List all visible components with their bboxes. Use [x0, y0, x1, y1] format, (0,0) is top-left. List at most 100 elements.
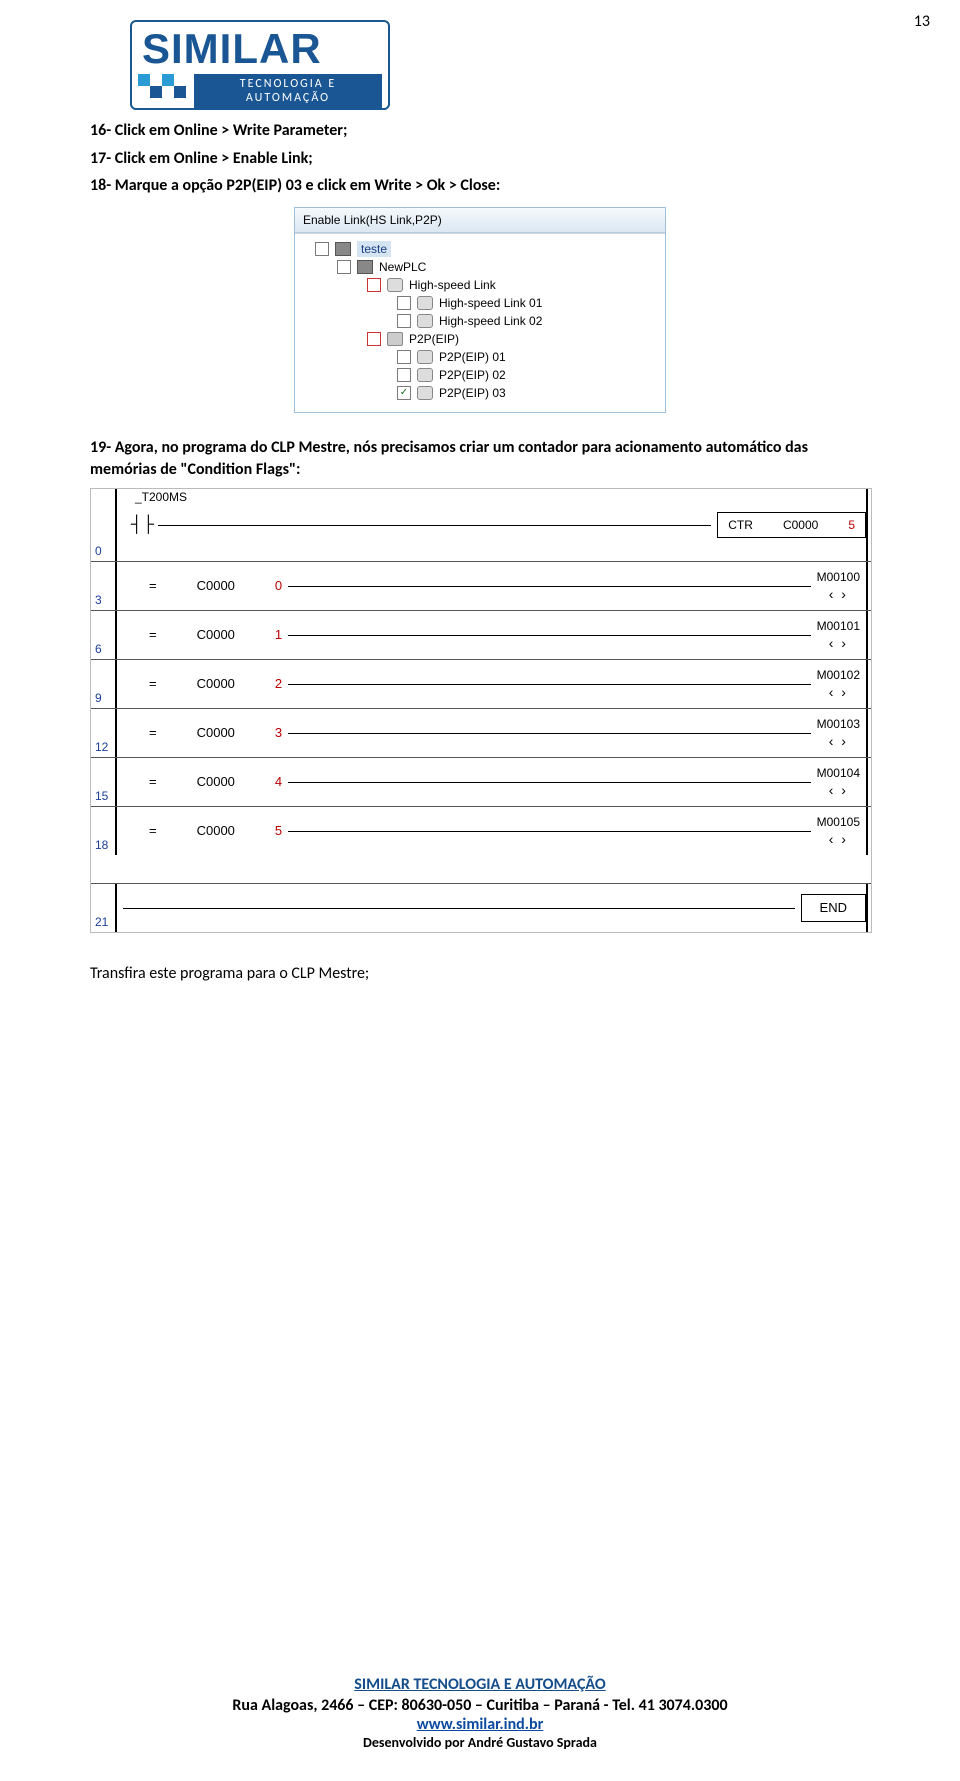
checkbox-icon[interactable] — [397, 296, 411, 310]
tree-row-hsl01[interactable]: High-speed Link 01 — [301, 294, 659, 312]
coil-icon: ‹ › — [829, 683, 848, 702]
page-footer: SIMILAR TECNOLOGIA E AUTOMAÇÃO Rua Alago… — [0, 1675, 960, 1751]
footer-company: SIMILAR TECNOLOGIA E AUTOMAÇÃO — [0, 1675, 960, 1694]
tree-label: P2P(EIP) 03 — [439, 385, 506, 401]
tree-label: High-speed Link 02 — [439, 313, 542, 329]
tree-label: P2P(EIP) 02 — [439, 367, 506, 383]
rung-9: 9 = C0000 2 M00102‹ › — [91, 659, 871, 708]
link-icon — [417, 350, 433, 364]
checkbox-icon[interactable] — [397, 314, 411, 328]
tree-row-p2p01[interactable]: P2P(EIP) 01 — [301, 348, 659, 366]
rung-number: 0 — [91, 489, 117, 561]
contact-icon: ┤ ├ — [131, 514, 152, 536]
checkbox-icon[interactable] — [397, 350, 411, 364]
tree-row-hsl[interactable]: High-speed Link — [301, 276, 659, 294]
dialog-body: teste NewPLC High-speed Link — [295, 233, 665, 412]
rung-18: 18 = C0000 5 M00105‹ › — [91, 806, 871, 855]
end-box: END — [801, 894, 866, 922]
tree-label: High-speed Link — [409, 277, 496, 293]
logo-text-sub: TECNOLOGIA E AUTOMAÇÃO — [194, 74, 382, 108]
ctr-addr: C0000 — [783, 517, 818, 533]
rung-number: 15 — [91, 758, 117, 806]
page-number: 13 — [914, 12, 930, 31]
rung-number: 18 — [91, 807, 117, 855]
rung-end: 21 END — [91, 883, 871, 932]
ctr-op: CTR — [728, 517, 753, 533]
link-icon — [387, 278, 403, 292]
rung-6: 6 = C0000 1 M00101‹ › — [91, 610, 871, 659]
coil-address: M00105 — [817, 814, 860, 830]
footer-developer: Desenvolvido por André Gustavo Sprada — [0, 1734, 960, 1751]
compare-addr: C0000 — [197, 626, 235, 644]
compare-value: 5 — [275, 822, 282, 840]
compare-value: 2 — [275, 675, 282, 693]
coil: M00100 ‹ › — [817, 569, 860, 604]
tree-row-p2p[interactable]: P2P(EIP) — [301, 330, 659, 348]
compare-addr: C0000 — [197, 724, 235, 742]
compare-block: = C0000 0 — [149, 577, 282, 595]
wire — [158, 525, 711, 526]
rung-15: 15 = C0000 4 M00104‹ › — [91, 757, 871, 806]
ladder-diagram: 0 _T200MS ┤ ├ CTR C0000 5 3 — [90, 488, 872, 933]
compare-addr: C0000 — [197, 773, 235, 791]
checkbox-icon-checked[interactable] — [397, 386, 411, 400]
coil-icon: ‹ › — [829, 732, 848, 751]
coil-address: M00103 — [817, 716, 860, 732]
p2p-icon — [387, 332, 403, 346]
tree-row-p2p03[interactable]: P2P(EIP) 03 — [301, 384, 659, 402]
coil-address: M00101 — [817, 618, 860, 634]
compare-value: 1 — [275, 626, 282, 644]
tree-label: P2P(EIP) — [409, 331, 459, 347]
tree-label: High-speed Link 01 — [439, 295, 542, 311]
plc-icon — [335, 242, 351, 256]
coil-icon: ‹ › — [829, 781, 848, 800]
step-17: 17- Click em Online > Enable Link; — [90, 148, 870, 170]
tree-row-teste[interactable]: teste — [301, 240, 659, 258]
rung-0: 0 _T200MS ┤ ├ CTR C0000 5 — [91, 489, 871, 561]
coil-address: M00104 — [817, 765, 860, 781]
coil-icon: ‹ › — [829, 634, 848, 653]
dialog-title: Enable Link(HS Link,P2P) — [295, 208, 665, 233]
checkbox-icon[interactable] — [337, 260, 351, 274]
coil-address: M00100 — [817, 569, 860, 585]
enable-link-screenshot: Enable Link(HS Link,P2P) teste NewPLC — [294, 207, 666, 413]
link-icon — [417, 314, 433, 328]
footer-website-link[interactable]: www.similar.ind.br — [417, 1715, 544, 1734]
compare-value: 4 — [275, 773, 282, 791]
step-16: 16- Click em Online > Write Parameter; — [90, 120, 870, 142]
checkbox-icon[interactable] — [367, 332, 381, 346]
checkbox-icon[interactable] — [367, 278, 381, 292]
compare-value: 0 — [275, 577, 282, 595]
rung-3: 3 = C0000 0 M00100 ‹ › — [91, 561, 871, 610]
tree-label: NewPLC — [379, 259, 426, 275]
compare-addr: C0000 — [197, 822, 235, 840]
logo-text-main: SIMILAR — [138, 26, 382, 72]
rung-condition: _T200MS — [135, 489, 187, 505]
coil-icon: ‹ › — [829, 830, 848, 849]
tree-row-p2p02[interactable]: P2P(EIP) 02 — [301, 366, 659, 384]
step-19: 19- Agora, no programa do CLP Mestre, nó… — [90, 437, 870, 480]
tree-row-hsl02[interactable]: High-speed Link 02 — [301, 312, 659, 330]
step-18: 18- Marque a opção P2P(EIP) 03 e click e… — [90, 175, 870, 197]
checkbox-icon[interactable] — [315, 242, 329, 256]
logo-box: SIMILAR TECNOLOGIA E AUTOMAÇÃO — [130, 20, 390, 110]
link-icon — [417, 386, 433, 400]
plc-icon — [357, 260, 373, 274]
transfer-instruction: Transfira este programa para o CLP Mestr… — [90, 963, 870, 985]
footer-address: Rua Alagoas, 2466 – CEP: 80630-050 – Cur… — [0, 1696, 960, 1715]
link-icon — [417, 296, 433, 310]
rung-number: 12 — [91, 709, 117, 757]
compare-addr: C0000 — [197, 675, 235, 693]
rung-number: 21 — [91, 884, 117, 932]
logo-sub-wrap: TECNOLOGIA E AUTOMAÇÃO — [138, 74, 382, 108]
page: 13 SIMILAR TECNOLOGIA E AUTOMAÇÃO 16- Cl… — [0, 0, 960, 1781]
body-content: 16- Click em Online > Write Parameter; 1… — [90, 120, 870, 985]
ctr-value: 5 — [848, 517, 855, 533]
compare-addr: C0000 — [197, 577, 235, 595]
link-icon — [417, 368, 433, 382]
rung-number: 9 — [91, 660, 117, 708]
tree-row-newplc[interactable]: NewPLC — [301, 258, 659, 276]
tree-label: teste — [357, 241, 391, 257]
company-logo: SIMILAR TECNOLOGIA E AUTOMAÇÃO — [130, 20, 870, 110]
checkbox-icon[interactable] — [397, 368, 411, 382]
